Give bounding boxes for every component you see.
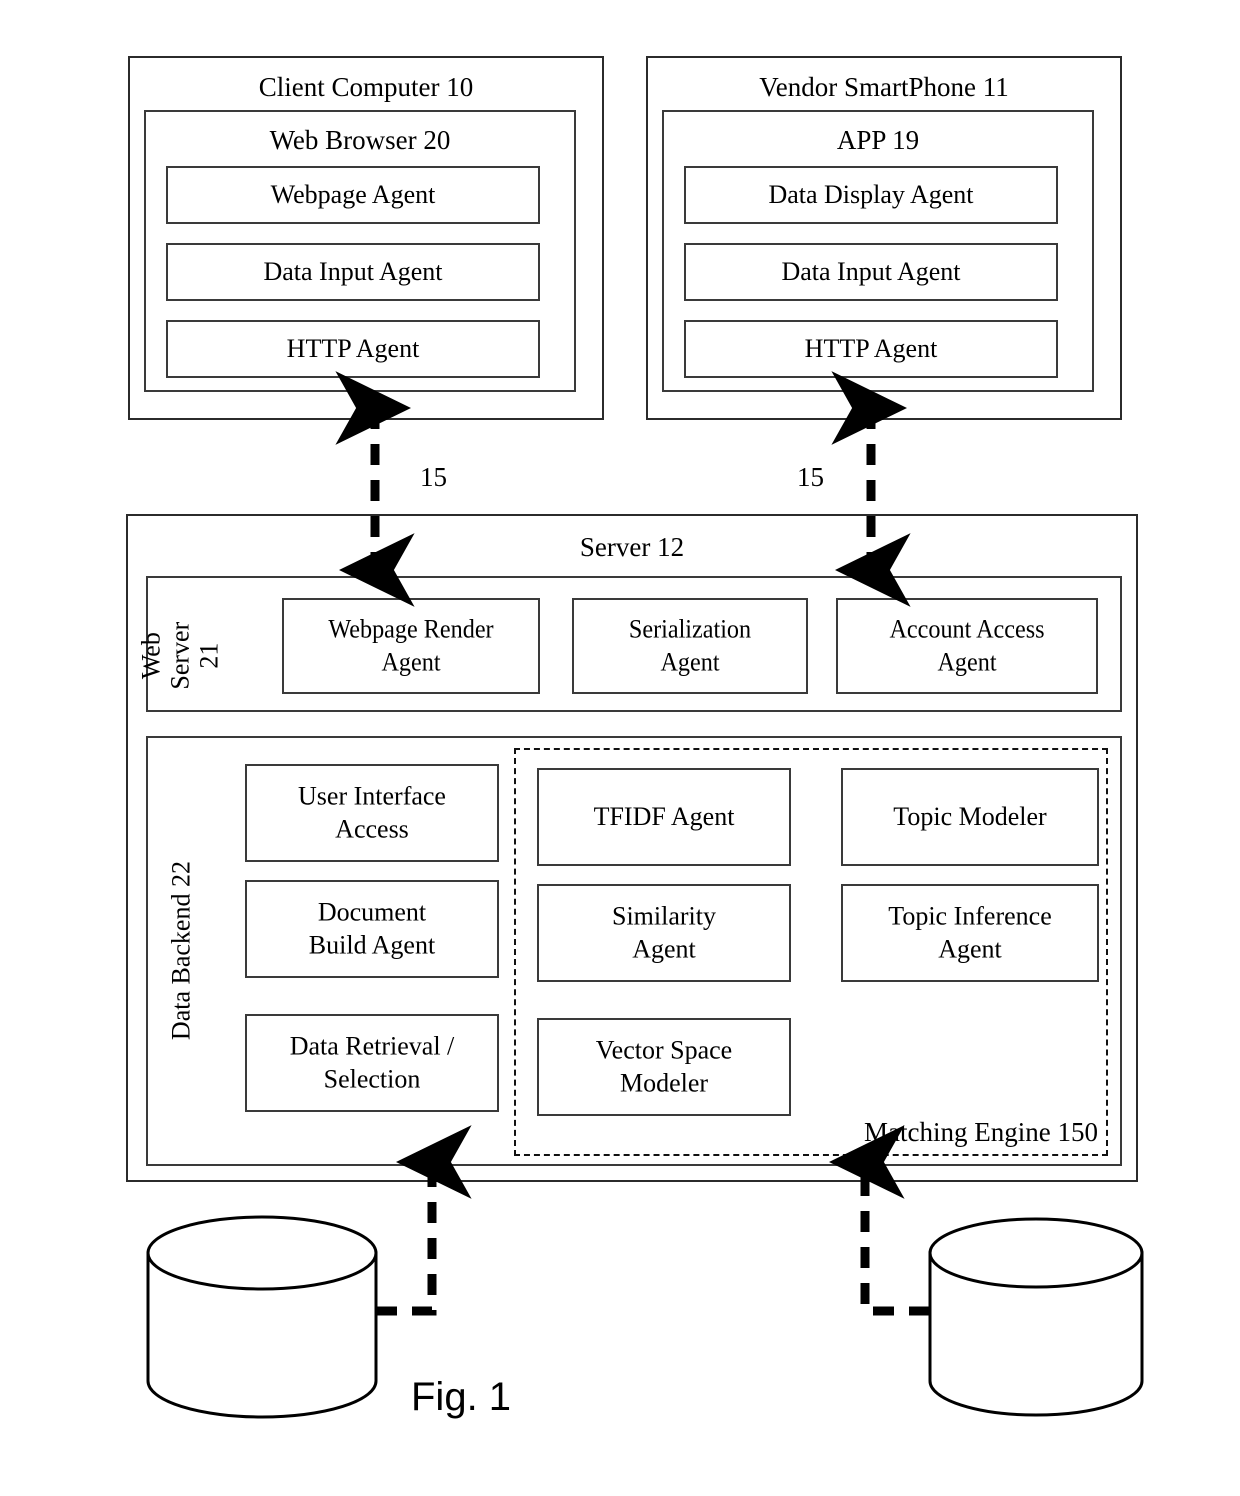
web-browser-container: Web Browser 20 Webpage Agent Data Input … (144, 110, 576, 392)
vendor-data-input-agent-box[interactable]: Data Input Agent (684, 243, 1058, 301)
client-link-label: 15 (420, 462, 447, 492)
webpage-render-agent-box[interactable]: Webpage Render Agent (282, 598, 540, 694)
topic-modeler-box[interactable]: Topic Modeler (841, 768, 1099, 866)
web-server-container: Web Server 21 Webpage Render Agent Seria… (136, 576, 1122, 712)
organization-database-label: Organization Database 5 (194, 1282, 330, 1344)
client-data-input-agent-box[interactable]: Data Input Agent (166, 243, 540, 301)
data-backend-label: Data Backend 22 (166, 861, 196, 1041)
webpage-render-agent-label: Webpage Render Agent (328, 614, 494, 677)
serialization-agent-box[interactable]: Serialization Agent (572, 598, 808, 694)
organization-database-link-arrow (376, 1125, 472, 1316)
document-build-agent-label: Document Build Agent (308, 897, 436, 960)
vendor-link-label: 15 (797, 462, 824, 492)
client-computer-title: Client Computer 10 (258, 72, 474, 102)
data-display-agent-label: Data Display Agent (768, 179, 974, 209)
similarity-agent-box[interactable]: Similarity Agent (537, 884, 791, 982)
data-retrieval-selection-label: Data Retrieval / Selection (289, 1031, 455, 1094)
tfidf-agent-box[interactable]: TFIDF Agent (537, 768, 791, 866)
topic-inference-agent-box[interactable]: Topic Inference Agent (841, 884, 1099, 982)
tfidf-agent-label: TFIDF Agent (593, 801, 735, 831)
account-access-agent-box[interactable]: Account Access Agent (836, 598, 1098, 694)
web-server-label: Web Server 21 (136, 621, 224, 690)
matching-engine-container: TFIDF Agent Similarity Agent Vector Spac… (514, 748, 1108, 1156)
figure-caption: Fig. 1 (411, 1375, 512, 1419)
server-container: Server 12 Web Server 21 Webpage Render A… (126, 514, 1138, 1182)
topic-inference-agent-label: Topic Inference Agent (888, 901, 1052, 964)
similarity-agent-label: Similarity Agent (612, 901, 716, 964)
web-browser-title: Web Browser 20 (269, 125, 451, 155)
topic-model-database-label: Topic Model 25 (969, 1282, 1103, 1344)
webpage-agent-box[interactable]: Webpage Agent (166, 166, 540, 224)
client-data-input-agent-label: Data Input Agent (263, 256, 443, 286)
server-title: Server 12 (579, 532, 685, 562)
user-interface-access-label: User Interface Access (298, 781, 446, 844)
client-http-agent-label: HTTP Agent (286, 333, 420, 363)
matching-engine-label: Matching Engine 150 (864, 1117, 1098, 1147)
client-http-agent-box[interactable]: HTTP Agent (166, 320, 540, 378)
app-title: APP 19 (836, 125, 920, 155)
data-display-agent-box[interactable]: Data Display Agent (684, 166, 1058, 224)
figure-canvas: Client Computer 10 Web Browser 20 Webpag… (0, 0, 1240, 1496)
vendor-smartphone-title: Vendor SmartPhone 11 (759, 72, 1009, 102)
data-backend-container: Data Backend 22 User Interface Access Do… (146, 736, 1122, 1166)
vendor-http-agent-label: HTTP Agent (804, 333, 938, 363)
data-retrieval-selection-box[interactable]: Data Retrieval / Selection (245, 1014, 499, 1112)
topic-model-link-arrow (829, 1125, 930, 1316)
user-interface-access-box[interactable]: User Interface Access (245, 764, 499, 862)
topic-modeler-label: Topic Modeler (893, 801, 1047, 831)
vector-space-modeler-box[interactable]: Vector Space Modeler (537, 1018, 791, 1116)
app-container: APP 19 Data Display Agent Data Input Age… (662, 110, 1094, 392)
account-access-agent-label: Account Access Agent (889, 614, 1045, 677)
vendor-smartphone-container: Vendor SmartPhone 11 APP 19 Data Display… (646, 56, 1122, 420)
vector-space-modeler-label: Vector Space Modeler (595, 1035, 733, 1098)
vendor-data-input-agent-label: Data Input Agent (781, 256, 961, 286)
webpage-agent-label: Webpage Agent (270, 179, 436, 209)
vendor-http-agent-box[interactable]: HTTP Agent (684, 320, 1058, 378)
document-build-agent-box[interactable]: Document Build Agent (245, 880, 499, 978)
client-computer-container: Client Computer 10 Web Browser 20 Webpag… (128, 56, 604, 420)
serialization-agent-label: Serialization Agent (628, 614, 752, 677)
